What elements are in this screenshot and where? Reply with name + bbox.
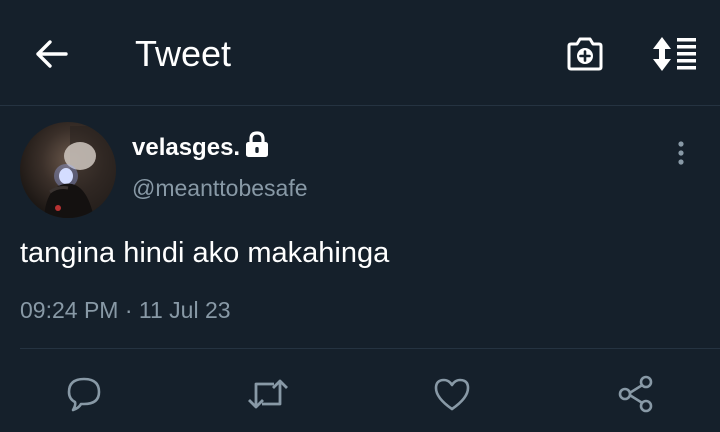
more-vertical-icon [678,141,684,165]
more-options-button[interactable] [664,136,698,170]
back-button[interactable] [22,30,82,78]
tweet-timestamp: 09:24 PM · 11 Jul 23 [20,297,231,323]
user-handle[interactable]: @meanttobesafe [132,174,308,202]
camera-add-icon [567,37,603,71]
avatar-photo [44,126,116,218]
top-app-bar: Tweet [0,0,720,106]
retweet-icon [248,379,288,409]
lock-icon [244,131,270,159]
avatar[interactable] [20,122,116,218]
sort-list-icon [653,37,696,71]
sort-button[interactable] [646,32,702,76]
display-name[interactable]: velasges. [132,134,240,162]
share-icon [618,375,653,413]
retweet-button[interactable] [246,372,290,416]
camera-button[interactable] [560,32,610,76]
tweet-text: tangina hindi ako makahinga [20,237,390,269]
share-button[interactable] [614,372,658,416]
tweet-detail-screen: Tweet velasges. @meanttobesafe tangina h… [0,0,720,432]
like-button[interactable] [430,372,474,416]
page-title: Tweet [135,33,232,74]
heart-icon [434,378,470,411]
reply-button[interactable] [62,372,106,416]
reply-icon [67,377,101,412]
divider [20,348,720,349]
arrow-left-icon [36,40,68,68]
